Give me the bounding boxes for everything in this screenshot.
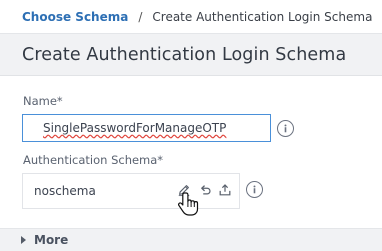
name-input-value: SinglePasswordForManageOTP	[43, 121, 227, 135]
authentication-schema-label: Authentication Schema*	[23, 153, 164, 167]
breadcrumb-current: Create Authentication Login Schema	[152, 9, 373, 24]
name-info-icon[interactable]	[277, 120, 294, 137]
breadcrumb: Choose Schema / Create Authentication Lo…	[0, 0, 382, 33]
page-title: Create Authentication Login Schema	[22, 44, 347, 65]
upload-icon[interactable]	[217, 182, 233, 198]
name-input[interactable]: SinglePasswordForManageOTP	[22, 114, 271, 142]
name-label: Name*	[23, 94, 63, 108]
caret-right-icon	[21, 236, 26, 244]
title-bar: Create Authentication Login Schema	[0, 33, 382, 76]
form-panel: Name* SinglePasswordForManageOTP Authent…	[0, 77, 382, 224]
hand-pointer-cursor	[178, 191, 200, 217]
breadcrumb-separator: /	[138, 9, 143, 24]
authentication-schema-value: noschema	[34, 184, 96, 198]
more-toggle[interactable]: More	[0, 228, 382, 251]
authentication-schema-info-icon[interactable]	[246, 181, 263, 198]
breadcrumb-link-choose-schema[interactable]: Choose Schema	[22, 10, 128, 24]
more-label: More	[34, 233, 69, 247]
